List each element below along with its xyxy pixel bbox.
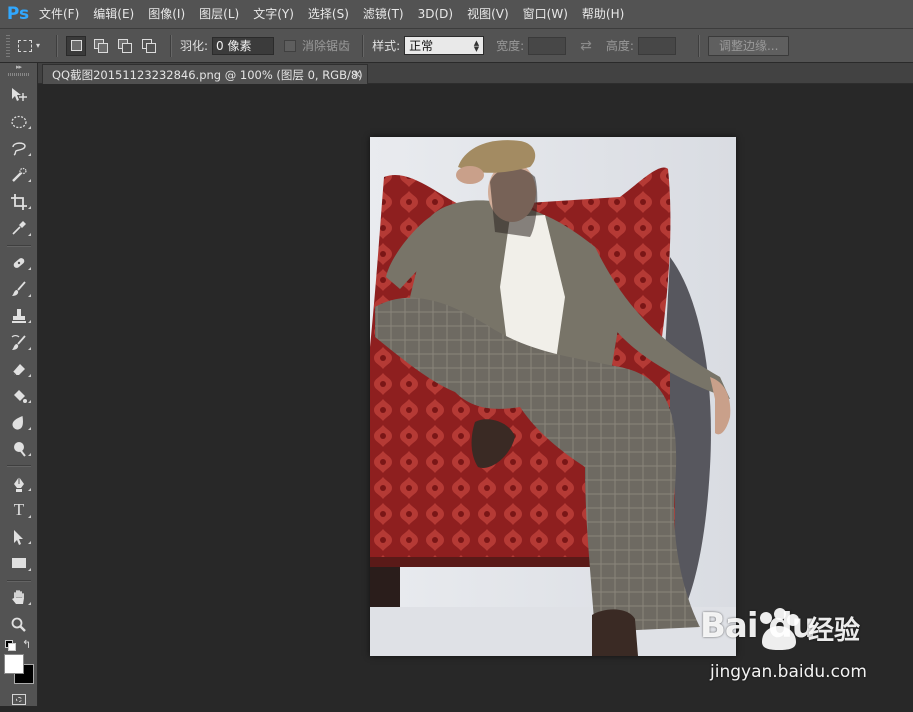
tool-preset-picker[interactable]: ▾: [18, 35, 48, 57]
divider: [170, 34, 172, 57]
divider: [697, 34, 700, 57]
options-bar-grip[interactable]: [6, 34, 10, 57]
options-bar: ▾ 羽化: 0 像素 消除锯齿 样式: 正常 ▲ ▼ 宽度: ⇄ 高度: 调整边缘…: [0, 28, 913, 63]
spot-healing-brush-tool-icon[interactable]: [0, 250, 38, 277]
intersect-selection-icon: [141, 39, 156, 53]
antialias-checkbox[interactable]: [284, 39, 297, 52]
menu-layer[interactable]: 图层(L): [192, 0, 246, 28]
baidu-paw-icon: [760, 608, 799, 650]
menu-type[interactable]: 文字(Y): [246, 0, 301, 28]
quick-mask-icon: [12, 694, 26, 706]
clone-stamp-tool-icon[interactable]: [0, 303, 38, 330]
document-image[interactable]: [370, 137, 736, 656]
blur-tool-icon[interactable]: [0, 409, 38, 436]
document-tab[interactable]: QQ截图20151123232846.png @ 100% (图层 0, RGB…: [42, 64, 368, 84]
foreground-color-swatch[interactable]: [4, 653, 24, 674]
move-tool-icon[interactable]: [0, 82, 38, 109]
style-label: 样式:: [372, 39, 401, 53]
menu-edit[interactable]: 编辑(E): [86, 0, 141, 28]
style-select[interactable]: 正常 ▲ ▼: [404, 36, 485, 55]
lasso-tool-icon[interactable]: [0, 135, 38, 162]
antialias-label: 消除锯齿: [302, 39, 351, 53]
tools-panel-grip[interactable]: [7, 73, 30, 76]
quick-selection-tool-icon[interactable]: [0, 162, 38, 189]
menu-select[interactable]: 选择(S): [301, 0, 356, 28]
rectangle-tool-icon[interactable]: [0, 550, 38, 577]
add-to-selection-button[interactable]: [90, 36, 110, 56]
feather-input[interactable]: 0 像素: [212, 36, 275, 55]
menu-3d[interactable]: 3D(D): [411, 0, 460, 28]
subtract-from-selection-button[interactable]: [114, 36, 134, 56]
swap-colors-icon[interactable]: ↰: [22, 638, 31, 651]
divider: [362, 34, 365, 57]
new-selection-button[interactable]: [66, 35, 86, 56]
hand-tool-icon[interactable]: [0, 585, 38, 612]
swap-width-height-icon[interactable]: ⇄: [580, 38, 592, 54]
feather-label: 羽化:: [180, 39, 209, 53]
pen-tool-icon[interactable]: [0, 470, 38, 497]
subtract-selection-icon: [117, 39, 132, 53]
chevron-down-icon: ▾: [36, 41, 41, 50]
style-select-value: 正常: [409, 39, 434, 53]
dodge-tool-icon[interactable]: [0, 436, 38, 463]
zoom-tool-icon[interactable]: [0, 611, 38, 638]
menu-filter[interactable]: 滤镜(T): [356, 0, 411, 28]
quick-mask-button[interactable]: [0, 688, 38, 712]
width-input[interactable]: [528, 36, 567, 55]
crop-tool-icon[interactable]: [0, 188, 38, 215]
menu-view[interactable]: 视图(V): [460, 0, 516, 28]
baidu-jingyan-url: jingyan.baidu.com: [710, 662, 867, 682]
baidu-jingyan-watermark: Bai du 经验 jingyan.baidu.com: [700, 606, 900, 696]
photoshop-logo: Ps: [6, 4, 30, 24]
path-selection-tool-icon[interactable]: [0, 524, 38, 551]
brush-tool-icon[interactable]: [0, 276, 38, 303]
document-tab-title: QQ截图20151123232846.png @ 100% (图层 0, RGB…: [52, 67, 363, 82]
height-label: 高度:: [605, 39, 634, 53]
height-input[interactable]: [637, 36, 676, 55]
width-label: 宽度:: [496, 39, 525, 53]
color-swatches: ↰: [0, 638, 38, 688]
divider: [6, 465, 31, 468]
paint-bucket-tool-icon[interactable]: [0, 383, 38, 410]
intersect-selection-button[interactable]: [138, 36, 158, 56]
collapse-panel-icon[interactable]: ▸▸: [0, 63, 37, 71]
divider: [6, 579, 31, 582]
menu-window[interactable]: 窗口(W): [516, 0, 575, 28]
divider: [56, 34, 58, 57]
eyedropper-tool-icon[interactable]: [0, 215, 38, 242]
menu-bar: Ps 文件(F) 编辑(E) 图像(I) 图层(L) 文字(Y) 选择(S) 滤…: [0, 0, 913, 28]
elliptical-marquee-tool-icon[interactable]: [0, 109, 38, 136]
rectangular-marquee-icon: [18, 39, 32, 52]
menu-image[interactable]: 图像(I): [141, 0, 192, 28]
menu-help[interactable]: 帮助(H): [575, 0, 631, 28]
eraser-tool-icon[interactable]: [0, 356, 38, 383]
refine-edge-button[interactable]: 调整边缘...: [707, 35, 790, 56]
close-icon[interactable]: ×: [352, 67, 362, 81]
divider: [6, 244, 31, 247]
history-brush-tool-icon[interactable]: [0, 329, 38, 356]
new-selection-icon: [70, 40, 82, 51]
document-tab-bar: QQ截图20151123232846.png @ 100% (图层 0, RGB…: [38, 63, 913, 84]
select-arrows-icon: ▲ ▼: [473, 38, 480, 53]
photo-illustration: [370, 137, 736, 656]
add-selection-icon: [93, 39, 108, 53]
type-tool-icon[interactable]: T: [0, 497, 38, 524]
tools-panel: ▸▸ T ↰: [0, 63, 38, 706]
baidu-jingyan-brand: 经验: [808, 616, 861, 646]
menu-file[interactable]: 文件(F): [32, 0, 86, 28]
default-colors-icon[interactable]: [5, 639, 16, 651]
